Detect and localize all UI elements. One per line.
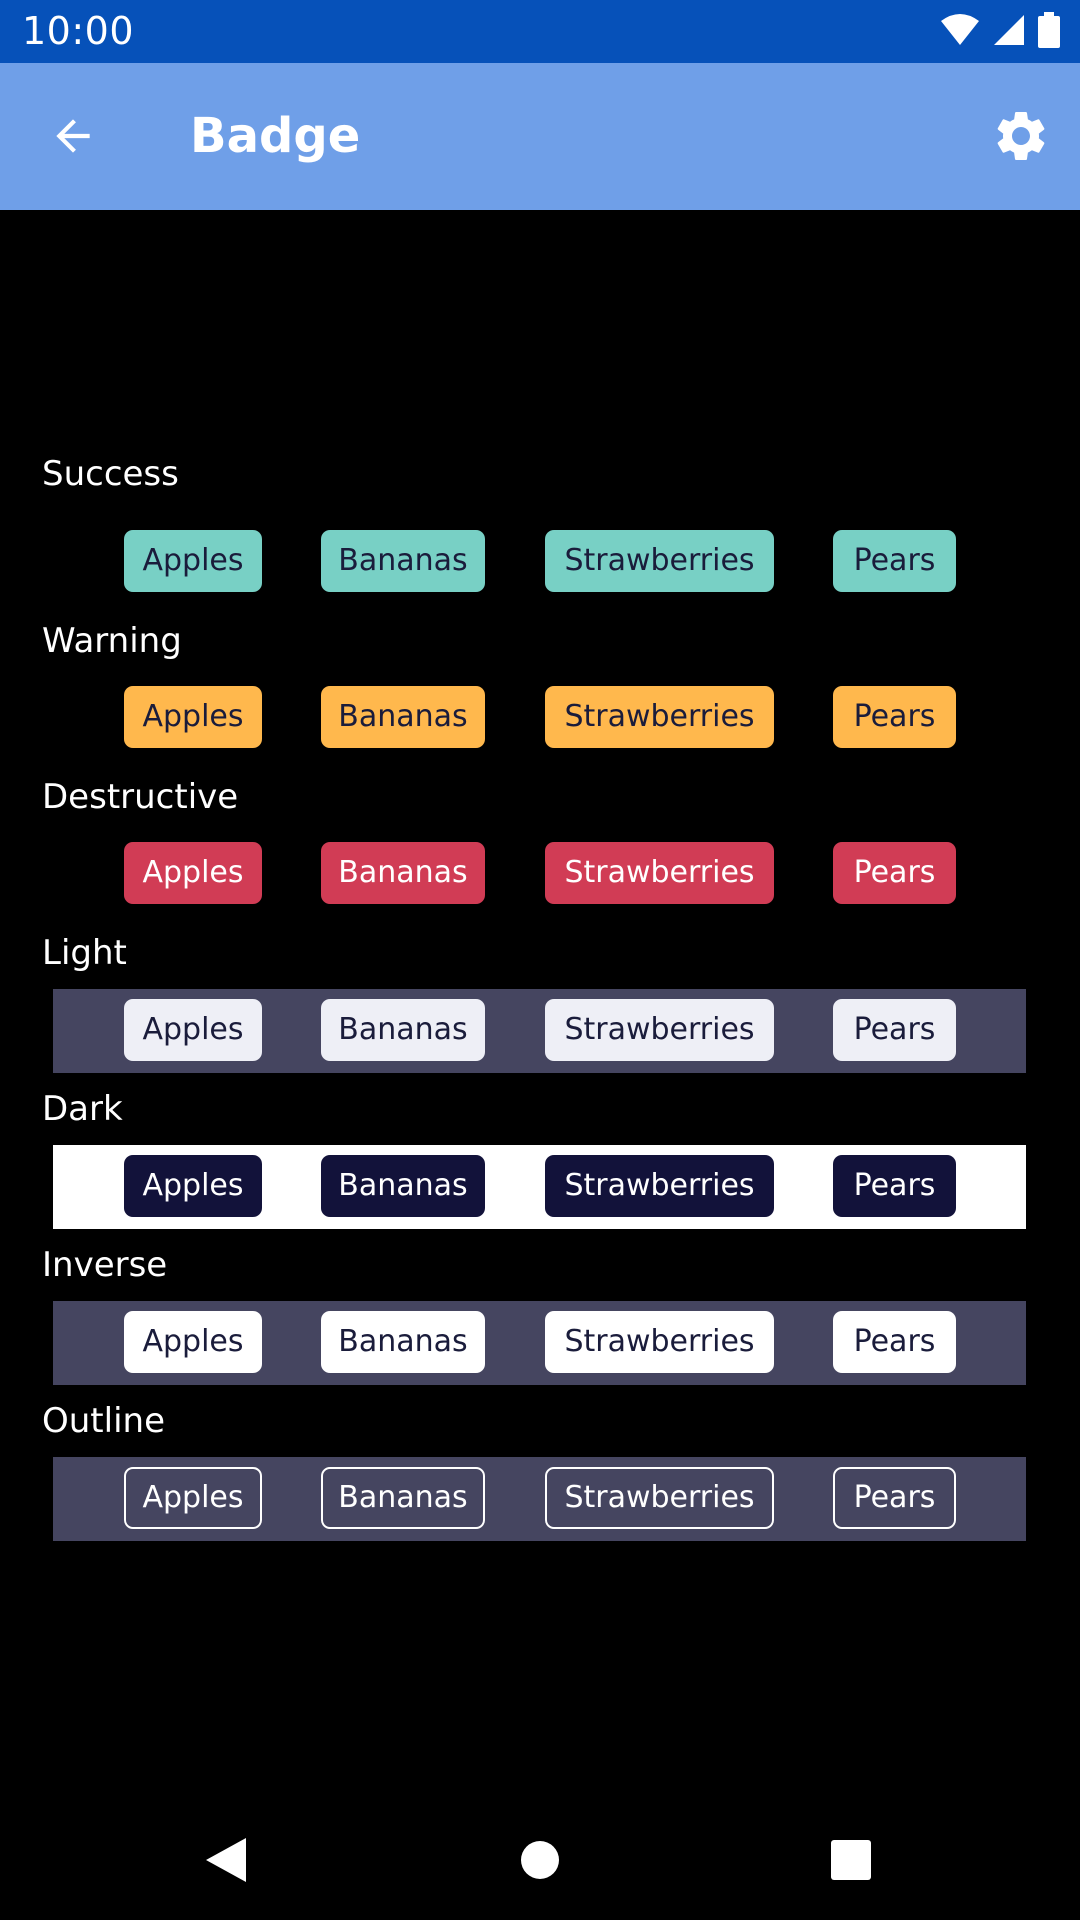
section-label-inverse: Inverse xyxy=(42,1245,168,1285)
gear-icon xyxy=(997,111,1045,160)
app-bar: Badge xyxy=(0,63,1080,210)
section-label-destructive: Destructive xyxy=(42,777,239,817)
badge-dark-bananas: Bananas xyxy=(321,1155,485,1217)
badge-row-outline: Apples Bananas Strawberries Pears xyxy=(53,1457,1026,1541)
page-title: Badge xyxy=(190,108,361,164)
battery-icon xyxy=(1038,12,1060,52)
status-time: 10:00 xyxy=(22,9,135,53)
badge-warning-bananas: Bananas xyxy=(321,686,485,748)
section-label-light: Light xyxy=(42,933,127,973)
back-button[interactable] xyxy=(40,103,106,169)
arrow-left-icon xyxy=(56,119,90,153)
badge-outline-pears: Pears xyxy=(833,1467,956,1529)
badge-destructive-apples: Apples xyxy=(124,842,262,904)
badge-warning-pears: Pears xyxy=(833,686,956,748)
badge-success-bananas: Bananas xyxy=(321,530,485,592)
badge-inverse-apples: Apples xyxy=(124,1311,262,1373)
system-nav-bar xyxy=(0,1800,1080,1920)
nav-home-icon xyxy=(521,1841,559,1879)
badge-row-light: Apples Bananas Strawberries Pears xyxy=(53,989,1026,1073)
badge-warning-strawberries: Strawberries xyxy=(545,686,774,748)
nav-recents-icon xyxy=(831,1840,871,1880)
nav-recents-button[interactable] xyxy=(811,1830,891,1890)
badge-dark-pears: Pears xyxy=(833,1155,956,1217)
badge-inverse-strawberries: Strawberries xyxy=(545,1311,774,1373)
badge-light-bananas: Bananas xyxy=(321,999,485,1061)
badge-light-pears: Pears xyxy=(833,999,956,1061)
section-label-warning: Warning xyxy=(42,621,182,661)
cell-signal-icon xyxy=(992,13,1026,51)
badge-success-pears: Pears xyxy=(833,530,956,592)
badge-inverse-pears: Pears xyxy=(833,1311,956,1373)
badge-dark-apples: Apples xyxy=(124,1155,262,1217)
badge-row-dark: Apples Bananas Strawberries Pears xyxy=(53,1145,1026,1229)
section-label-outline: Outline xyxy=(42,1401,166,1441)
badge-warning-apples: Apples xyxy=(124,686,262,748)
status-icons xyxy=(940,12,1060,52)
badge-light-strawberries: Strawberries xyxy=(545,999,774,1061)
badge-outline-strawberries: Strawberries xyxy=(545,1467,774,1529)
badge-row-destructive: Apples Bananas Strawberries Pears xyxy=(53,832,1026,916)
nav-home-button[interactable] xyxy=(500,1830,580,1890)
badge-success-apples: Apples xyxy=(124,530,262,592)
badge-row-success: Apples Bananas Strawberries Pears xyxy=(53,520,1026,604)
badge-outline-apples: Apples xyxy=(124,1467,262,1529)
badge-dark-strawberries: Strawberries xyxy=(545,1155,774,1217)
badge-destructive-pears: Pears xyxy=(833,842,956,904)
badge-success-strawberries: Strawberries xyxy=(545,530,774,592)
settings-button[interactable] xyxy=(986,101,1056,171)
section-label-success: Success xyxy=(42,454,179,494)
section-label-dark: Dark xyxy=(42,1089,123,1129)
badge-inverse-bananas: Bananas xyxy=(321,1311,485,1373)
badge-light-apples: Apples xyxy=(124,999,262,1061)
badge-destructive-strawberries: Strawberries xyxy=(545,842,774,904)
status-bar: 10:00 xyxy=(0,0,1080,63)
badge-row-warning: Apples Bananas Strawberries Pears xyxy=(53,676,1026,760)
nav-back-icon xyxy=(206,1838,246,1882)
nav-back-button[interactable] xyxy=(186,1830,266,1890)
wifi-icon xyxy=(940,13,980,51)
badge-destructive-bananas: Bananas xyxy=(321,842,485,904)
badge-row-inverse: Apples Bananas Strawberries Pears xyxy=(53,1301,1026,1385)
badge-outline-bananas: Bananas xyxy=(321,1467,485,1529)
